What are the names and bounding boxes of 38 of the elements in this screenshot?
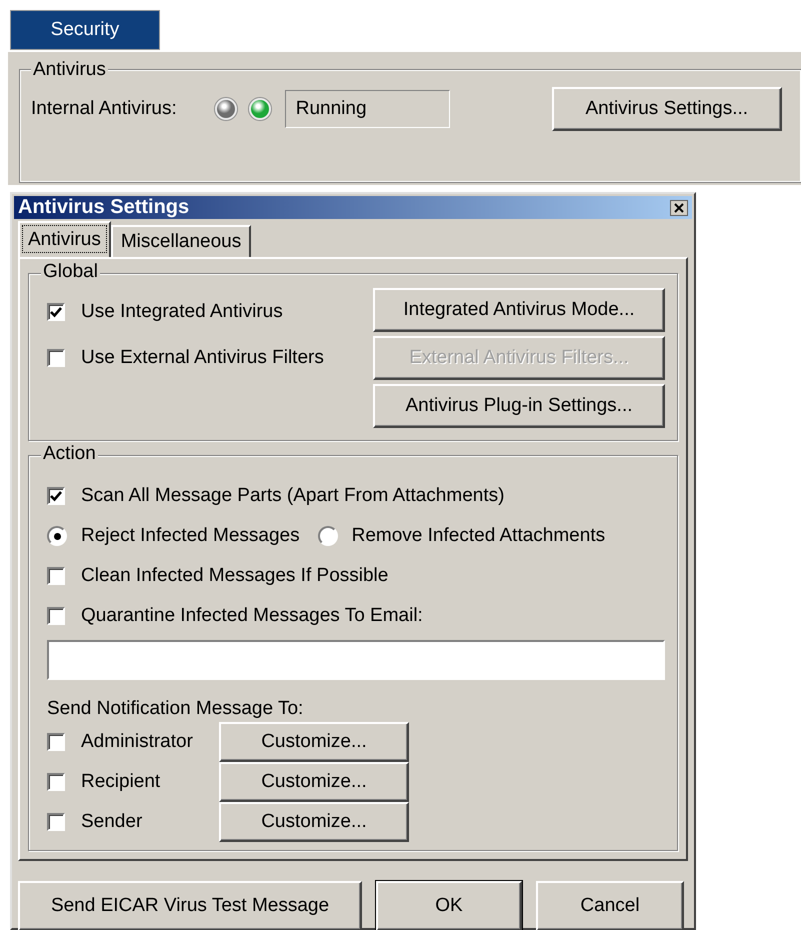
customize-button[interactable]: Customize... [219, 722, 409, 762]
checkbox[interactable] [47, 813, 65, 831]
antivirus-settings-button[interactable]: Antivirus Settings... [552, 87, 782, 131]
checkbox-label: Clean Infected Messages If Possible [81, 565, 388, 587]
checkbox[interactable] [47, 733, 65, 751]
checkbox[interactable] [47, 567, 65, 585]
radio-button[interactable] [47, 526, 67, 546]
radio-button[interactable] [318, 526, 338, 546]
checkbox[interactable] [47, 487, 65, 505]
checkbox-label: Use Integrated Antivirus [81, 301, 283, 323]
settings-button[interactable]: Integrated Antivirus Mode... [373, 288, 665, 332]
dialog-button[interactable]: Send EICAR Virus Test Message [18, 881, 362, 930]
status-field: Running [284, 90, 450, 128]
dialog-tab[interactable]: Antivirus [18, 221, 111, 257]
checkbox-label: Sender [81, 811, 144, 833]
checkbox[interactable] [47, 607, 65, 625]
checkbox-label: Scan All Message Parts (Apart From Attachments) [81, 485, 504, 507]
radio-label: Reject Infected Messages [81, 525, 300, 547]
customize-button[interactable]: Customize... [219, 762, 409, 802]
radio-label: Remove Infected Attachments [352, 525, 606, 547]
dialog-button[interactable]: Cancel [536, 881, 684, 930]
customize-button[interactable]: Customize... [219, 802, 409, 842]
checkbox-label: Recipient [81, 771, 162, 793]
email-field[interactable] [47, 640, 665, 680]
dialog-tab[interactable]: Miscellaneous [110, 225, 252, 257]
dialog-button[interactable]: OK [376, 881, 522, 930]
checkbox-label: Administrator [81, 731, 194, 753]
checkbox[interactable] [47, 773, 65, 791]
settings-button[interactable]: Antivirus Plug-in Settings... [373, 384, 665, 428]
security-tab[interactable]: Security [10, 10, 160, 50]
checkbox[interactable] [47, 349, 65, 367]
field-label: Internal Antivirus: [31, 98, 177, 120]
checkbox-label: Use External Antivirus Filters [81, 347, 324, 369]
section-label: Send Notification Message To: [47, 697, 304, 721]
window-title: Antivirus Settings [18, 196, 190, 219]
close-icon[interactable] [670, 200, 688, 216]
checkbox-label: Quarantine Infected Messages To Email: [81, 605, 423, 627]
checkbox[interactable] [47, 303, 65, 321]
